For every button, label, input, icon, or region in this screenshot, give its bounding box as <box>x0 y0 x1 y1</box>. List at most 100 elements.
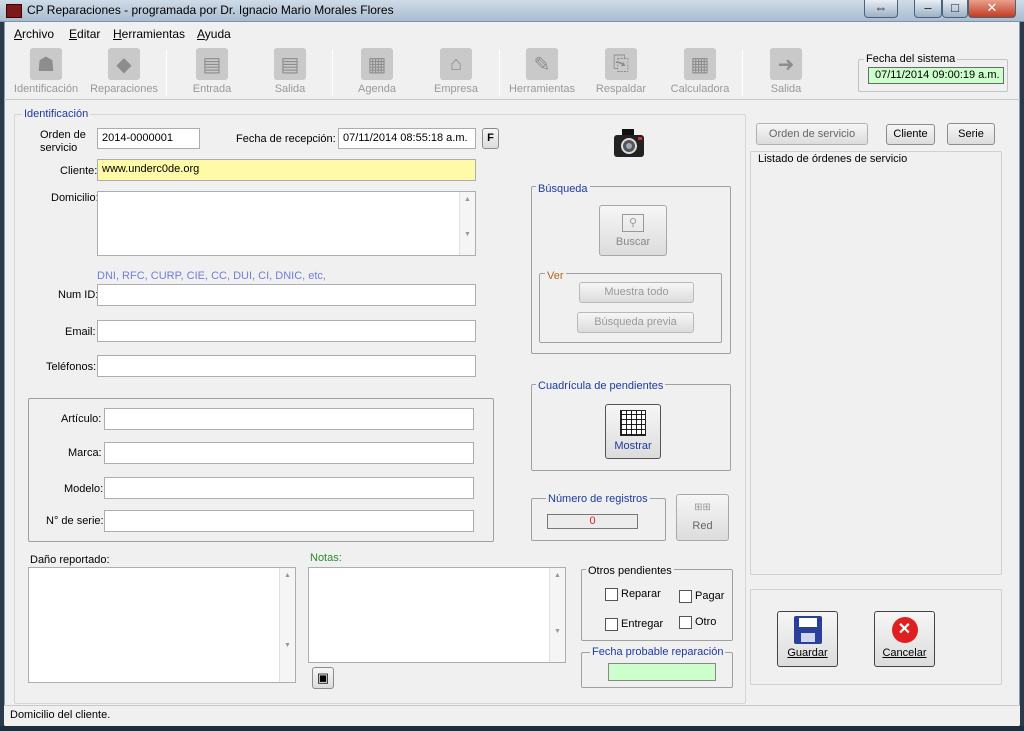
close-button[interactable]: ✕ <box>968 0 1016 18</box>
floppy-save-icon <box>793 616 822 644</box>
dano-textarea[interactable] <box>28 567 296 683</box>
otros-group <box>581 569 733 641</box>
app-icon <box>6 4 22 18</box>
resize-toggle-button[interactable]: ⇔ <box>864 0 898 18</box>
taskbar <box>0 726 1024 731</box>
cliente-input[interactable]: www.underc0de.org <box>97 159 476 181</box>
menu-archivo[interactable]: Archivo <box>14 27 54 41</box>
numid-label: Num ID: <box>58 289 99 301</box>
toolbar-salida-button[interactable]: ▤ Salida <box>250 48 330 98</box>
toolbar-reparaciones-button[interactable]: ◆ Reparaciones <box>84 48 164 98</box>
modelo-label: Modelo: <box>64 483 104 495</box>
box-icon: ◆ <box>108 48 140 80</box>
menu-editar[interactable]: Editar <box>69 27 100 41</box>
registros-title: Número de registros <box>546 493 650 505</box>
binoculars-icon: ⚲ <box>622 214 644 232</box>
exit-icon: ➜ <box>770 48 802 80</box>
tab-orden-servicio[interactable]: Orden de servicio <box>756 123 868 145</box>
fecha-probable-input[interactable] <box>608 663 716 681</box>
red-button[interactable]: ⊞⊞ Red <box>676 494 729 541</box>
domicilio-scrollbar[interactable]: ▲ ▼ <box>459 192 475 255</box>
buscar-button[interactable]: ⚲ Buscar <box>599 205 667 256</box>
orden-label: Orden de servicio <box>40 129 86 154</box>
menu-herramientas[interactable]: Herramientas <box>113 27 185 41</box>
email-label: Email: <box>65 326 96 338</box>
guardar-button[interactable]: Guardar <box>777 611 838 667</box>
fecha-probable-title: Fecha probable reparación <box>590 646 726 658</box>
clipboard-in-icon: ▤ <box>196 48 228 80</box>
floppy-icon: ▣ <box>316 670 330 685</box>
toolbar-herramientas-button[interactable]: ✎ Herramientas <box>502 48 582 98</box>
dano-scrollbar[interactable]: ▲ ▼ <box>279 568 295 682</box>
toolbar-separator <box>499 50 500 96</box>
toolbar-identificacion-button[interactable]: ☗ Identificación <box>6 48 86 98</box>
mostrar-button[interactable]: Mostrar <box>605 404 661 459</box>
pagar-label: Pagar <box>695 590 725 602</box>
articulo-label: Artículo: <box>61 413 102 425</box>
window-title: CP Reparaciones - programada por Dr. Ign… <box>27 3 394 17</box>
dano-label: Daño reportado: <box>30 554 110 566</box>
otro-checkbox[interactable] <box>679 616 692 629</box>
modelo-input[interactable] <box>104 477 474 499</box>
user-icon: ☗ <box>30 48 62 80</box>
fecha-recepcion-input[interactable]: 07/11/2014 08:55:18 a.m. <box>338 128 476 149</box>
menu-ayuda[interactable]: Ayuda <box>197 27 231 41</box>
toolbar-separator <box>332 50 333 96</box>
grid-icon <box>620 410 646 436</box>
cuadricula-title: Cuadrícula de pendientes <box>536 380 666 392</box>
toolbar-calculadora-button[interactable]: ▦ Calculadora <box>660 48 740 98</box>
clipboard-out-icon: ▤ <box>274 48 306 80</box>
system-date-label: Fecha del sistema <box>864 53 958 65</box>
registros-count: 0 <box>547 514 638 529</box>
toolbar-salida-exit-button[interactable]: ➜ Salida <box>746 48 826 98</box>
cancelar-button[interactable]: ✕ Cancelar <box>874 611 935 667</box>
listado-panel <box>750 151 1002 575</box>
orden-input[interactable]: 2014-0000001 <box>97 128 200 149</box>
serie-label: N° de serie: <box>46 515 104 527</box>
articulo-input[interactable] <box>104 408 474 430</box>
numid-input[interactable] <box>97 284 476 306</box>
busqueda-previa-button[interactable]: Búsqueda previa <box>577 312 694 333</box>
camera-icon[interactable] <box>612 127 646 159</box>
entregar-checkbox[interactable] <box>605 618 618 631</box>
notas-label: Notas: <box>310 552 342 564</box>
tab-cliente[interactable]: Cliente <box>886 124 935 145</box>
marca-input[interactable] <box>104 442 474 464</box>
toolbar-divider <box>4 99 1020 100</box>
calculator-icon: ▦ <box>684 48 716 80</box>
toolbar-entrada-button[interactable]: ▤ Entrada <box>172 48 252 98</box>
ver-title: Ver <box>545 270 566 282</box>
building-icon: ⌂ <box>440 48 472 80</box>
tab-serie[interactable]: Serie <box>947 123 995 145</box>
notas-textarea[interactable] <box>308 567 566 663</box>
title-bar: CP Reparaciones - programada por Dr. Ign… <box>0 0 1024 22</box>
muestra-todo-button[interactable]: Muestra todo <box>579 282 694 303</box>
busqueda-title: Búsqueda <box>536 183 590 195</box>
serie-input[interactable] <box>104 510 474 532</box>
identificacion-title: Identificación <box>22 108 91 120</box>
marca-label: Marca: <box>68 447 102 459</box>
toolbar-agenda-button[interactable]: ▦ Agenda <box>337 48 417 98</box>
toolbar-respaldar-button[interactable]: ⎘ Respaldar <box>581 48 661 98</box>
save-notes-button[interactable]: ▣ <box>312 667 334 689</box>
telefonos-label: Teléfonos: <box>46 361 97 373</box>
otros-title: Otros pendientes <box>586 565 674 577</box>
backup-icon: ⎘ <box>605 48 637 80</box>
cancel-x-icon: ✕ <box>891 617 918 643</box>
reparar-label: Reparar <box>621 588 661 600</box>
otro-label: Otro <box>695 616 717 628</box>
calendar-icon: ▦ <box>361 48 393 80</box>
fecha-picker-button[interactable]: F <box>482 128 499 149</box>
telefonos-input[interactable] <box>97 355 476 377</box>
email-input[interactable] <box>97 320 476 342</box>
notas-scrollbar[interactable]: ▲ ▼ <box>549 568 565 662</box>
maximize-button[interactable]: □ <box>942 0 968 18</box>
domicilio-textarea[interactable] <box>97 191 476 256</box>
minimize-button[interactable]: – <box>914 0 942 18</box>
entregar-label: Entregar <box>621 618 664 630</box>
toolbar-separator <box>742 50 743 96</box>
toolbar-empresa-button[interactable]: ⌂ Empresa <box>416 48 496 98</box>
status-bar: Domicilio del cliente. <box>4 705 1020 725</box>
reparar-checkbox[interactable] <box>605 588 618 601</box>
pagar-checkbox[interactable] <box>679 590 692 603</box>
